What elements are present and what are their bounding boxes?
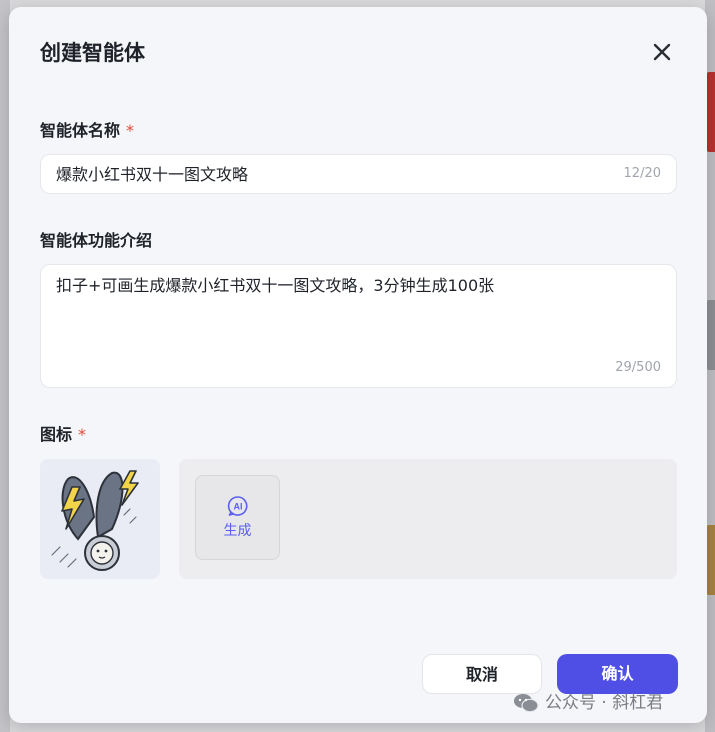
close-icon [653, 43, 671, 61]
icon-label: 图标 * [40, 424, 86, 446]
dialog-title: 创建智能体 [40, 41, 145, 65]
agent-description-counter: 29/500 [615, 360, 661, 375]
create-agent-dialog: 创建智能体 智能体名称 * 爆款小红书双十一图文攻略 12/20 智能体功能介绍 … [9, 7, 707, 723]
ai-generate-label: 生成 [223, 523, 252, 539]
watermark: 公众号 · 斜杠君 [513, 690, 663, 716]
background-thumbnail [707, 300, 715, 370]
required-mark: * [78, 425, 87, 444]
background-thumbnail [707, 525, 715, 595]
icon-label-text: 图标 [40, 425, 73, 444]
agent-name-label: 智能体名称 * [40, 120, 134, 142]
agent-name-label-text: 智能体名称 [40, 121, 121, 140]
confirm-button[interactable]: 确认 [557, 654, 678, 694]
background-thumbnail [707, 72, 715, 152]
agent-name-counter: 12/20 [623, 166, 661, 181]
agent-description-value: 扣子+可画生成爆款小红书双十一图文攻略，3分钟生成100张 [56, 276, 495, 295]
ai-generate-icon-button[interactable]: AI 生成 [195, 475, 280, 560]
required-mark: * [126, 121, 135, 140]
icon-options-panel: AI 生成 [179, 459, 677, 579]
agent-description-label: 智能体功能介绍 [40, 231, 153, 250]
agent-name-value: 爆款小红书双十一图文攻略 [56, 165, 249, 184]
lightning-rabbit-avatar-icon [51, 470, 139, 571]
ai-sparkle-icon: AI [227, 496, 248, 516]
cancel-button[interactable]: 取消 [422, 654, 542, 694]
ai-icon-text: AI [234, 502, 243, 512]
icon-preview[interactable] [40, 459, 160, 579]
agent-name-input[interactable]: 爆款小红书双十一图文攻略 12/20 [40, 154, 677, 194]
agent-description-textarea[interactable]: 扣子+可画生成爆款小红书双十一图文攻略，3分钟生成100张 29/500 [40, 264, 677, 388]
wechat-logo-icon [514, 694, 539, 713]
watermark-text: 公众号 · 斜杠君 [545, 693, 664, 713]
close-button[interactable] [651, 41, 673, 63]
